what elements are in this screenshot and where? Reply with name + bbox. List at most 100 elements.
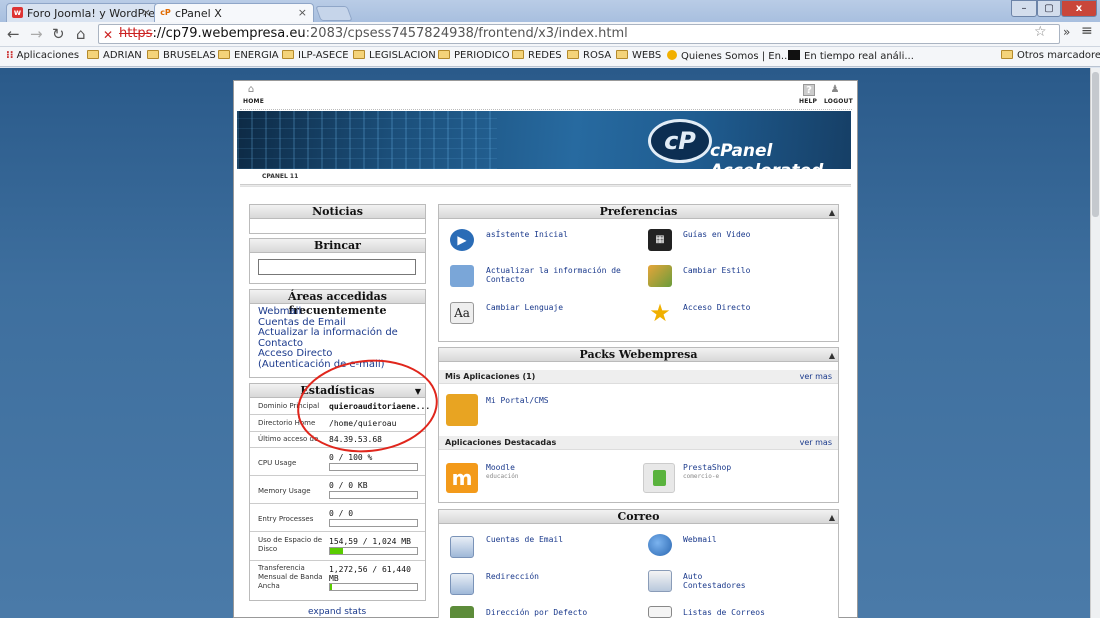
style-palette-icon[interactable] bbox=[648, 265, 672, 287]
folder-icon bbox=[616, 50, 628, 59]
webmail-globe-icon[interactable] bbox=[648, 534, 672, 556]
moodle-icon[interactable]: m bbox=[446, 463, 478, 493]
pref-change-language[interactable]: Cambiar Lenguaje bbox=[486, 303, 563, 312]
home-icon[interactable]: ⌂ bbox=[76, 25, 86, 43]
window-minimize-button[interactable]: – bbox=[1011, 0, 1037, 17]
tab-cpanel[interactable]: cP cPanel X × bbox=[154, 3, 314, 22]
tab-label: cPanel X bbox=[175, 7, 222, 20]
mailing-list-icon[interactable] bbox=[648, 606, 672, 618]
contact-card-icon[interactable] bbox=[450, 265, 474, 287]
autoresponder-icon[interactable] bbox=[648, 570, 672, 592]
address-bar[interactable]: ✕ https://cp79.webempresa.eu:2083/cpsess… bbox=[98, 24, 1060, 44]
jump-input[interactable] bbox=[258, 259, 416, 275]
pref-video-guides[interactable]: Guías en Video bbox=[683, 230, 750, 239]
star-icon[interactable]: ★ bbox=[648, 301, 672, 325]
mail-accounts[interactable]: Cuentas de Email bbox=[486, 535, 563, 544]
mail-mailing-lists[interactable]: Listas de Correos bbox=[683, 608, 765, 617]
mail-default-address[interactable]: Dirección por Defecto bbox=[486, 608, 587, 617]
site-favicon-icon bbox=[667, 50, 677, 60]
pref-change-style[interactable]: Cambiar Estilo bbox=[683, 266, 750, 275]
help-link[interactable]: HELP bbox=[799, 98, 817, 105]
bookmark-quienes-somos[interactable]: Quienes Somos | En... bbox=[667, 50, 790, 62]
jump-box: Brincar bbox=[249, 238, 426, 284]
play-circle-icon[interactable]: ▶ bbox=[450, 229, 474, 251]
home-link[interactable]: HOME bbox=[243, 98, 264, 105]
forward-arrow-icon[interactable]: → bbox=[30, 25, 43, 43]
pref-getting-started[interactable]: asÍstente Inicial bbox=[486, 230, 568, 239]
bookmark-folder[interactable]: ADRIAN bbox=[87, 50, 142, 61]
expand-stats-link[interactable]: expand stats bbox=[308, 607, 366, 617]
webempresa-portal-icon[interactable] bbox=[446, 394, 478, 426]
stat-bar-row: Entry Processes 0 / 0 bbox=[250, 504, 425, 532]
language-icon[interactable]: Aa bbox=[450, 302, 474, 324]
app-moodle[interactable]: Moodle educación bbox=[486, 463, 519, 481]
user-icon[interactable]: ♟ bbox=[829, 84, 841, 96]
pref-update-contact[interactable]: Actualizar la información de Contacto bbox=[486, 266, 626, 284]
bookmark-folder[interactable]: REDES bbox=[512, 50, 562, 61]
folder-icon bbox=[87, 50, 99, 59]
tab-close-icon[interactable]: × bbox=[142, 6, 151, 19]
chrome-menu-icon[interactable]: ≡ bbox=[1081, 23, 1093, 39]
default-address-icon[interactable] bbox=[450, 606, 474, 618]
bookmark-tiempo-real[interactable]: En tiempo real análi... bbox=[788, 50, 914, 62]
stat-bar-row: CPU Usage 0 / 100 % bbox=[250, 448, 425, 476]
window-close-button[interactable]: x bbox=[1061, 0, 1097, 17]
bookmark-folder[interactable]: ROSA bbox=[567, 50, 611, 61]
my-apps-more-link[interactable]: ver mas bbox=[800, 370, 832, 384]
cpanel-version: CPANEL 11 bbox=[262, 173, 299, 180]
reload-icon[interactable]: ↻ bbox=[52, 25, 65, 43]
featured-apps-header: Aplicaciones Destacadas ver mas bbox=[439, 436, 838, 450]
cpanel-banner: cP cPanel Accelerated2 bbox=[237, 111, 851, 169]
url-scheme: https bbox=[119, 26, 153, 41]
collapse-triangle-icon[interactable]: ▲ bbox=[829, 205, 835, 219]
bookmark-folder[interactable]: BRUSELAS bbox=[147, 50, 216, 61]
pref-shortcuts[interactable]: Acceso Directo bbox=[683, 303, 750, 312]
bookmark-folder[interactable]: ILP-ASECE bbox=[282, 50, 349, 61]
mail-webmail[interactable]: Webmail bbox=[683, 535, 717, 544]
bookmarks-bar: ⁝⁝ Aplicaciones ADRIAN BRUSELAS ENERGIA I… bbox=[0, 47, 1100, 67]
window-maximize-button[interactable]: ▢ bbox=[1037, 0, 1061, 17]
clapperboard-icon[interactable]: ▦ bbox=[648, 229, 672, 251]
bookmark-folder[interactable]: ENERGIA bbox=[218, 50, 279, 61]
back-arrow-icon[interactable]: ← bbox=[7, 25, 20, 43]
apps-grid-icon: ⁝⁝ bbox=[6, 50, 14, 61]
bookmark-other[interactable]: Otros marcadores bbox=[1001, 50, 1100, 61]
envelope-icon[interactable] bbox=[450, 536, 474, 558]
logout-link[interactable]: LOGOUT bbox=[824, 98, 853, 105]
forward-envelope-icon[interactable] bbox=[450, 573, 474, 595]
folder-icon bbox=[1001, 50, 1013, 59]
folder-icon bbox=[567, 50, 579, 59]
tab-close-icon[interactable]: × bbox=[298, 6, 307, 19]
my-apps-header: Mis Aplicaciones (1) ver mas bbox=[439, 370, 838, 384]
scrollbar-thumb[interactable] bbox=[1092, 72, 1099, 217]
app-prestashop[interactable]: PrestaShop comercio-e bbox=[683, 463, 731, 481]
frequent-link[interactable]: Actualizar la información de Contacto bbox=[258, 327, 417, 349]
site-favicon-icon bbox=[788, 50, 800, 60]
collapse-triangle-icon[interactable]: ▲ bbox=[829, 348, 835, 362]
mail-forwarders[interactable]: Redirección bbox=[486, 572, 539, 581]
tab-label: Foro Joomla! y WordPress bbox=[27, 7, 158, 20]
folder-icon bbox=[353, 50, 365, 59]
mail-autoresponders[interactable]: Auto Contestadores bbox=[683, 572, 763, 590]
bookmark-folder[interactable]: LEGISLACION bbox=[353, 50, 436, 61]
bookmark-folder[interactable]: WEBS bbox=[616, 50, 661, 61]
news-title: Noticias bbox=[250, 205, 425, 219]
frequent-link[interactable]: Acceso Directo bbox=[258, 348, 417, 360]
bookmark-folder[interactable]: PERIODICO bbox=[438, 50, 510, 61]
usage-bar bbox=[329, 583, 418, 591]
help-icon[interactable]: ? bbox=[803, 84, 815, 96]
stat-bar-row: Transferencia Mensual de Banda Ancha 1,27… bbox=[250, 561, 425, 592]
new-tab-button[interactable] bbox=[315, 6, 353, 21]
extensions-overflow-icon[interactable]: » bbox=[1063, 25, 1070, 39]
prestashop-icon[interactable] bbox=[643, 463, 675, 493]
usage-bar bbox=[329, 519, 418, 527]
app-my-portal[interactable]: Mi Portal/CMS bbox=[486, 396, 549, 405]
preferences-title: Preferencias ▲ bbox=[439, 205, 838, 219]
bookmark-star-icon[interactable]: ☆ bbox=[1034, 24, 1047, 40]
bookmark-apps[interactable]: ⁝⁝ Aplicaciones bbox=[6, 50, 79, 61]
featured-apps-more-link[interactable]: ver mas bbox=[800, 436, 832, 450]
tab-foro-joomla[interactable]: w Foro Joomla! y WordPress × bbox=[6, 3, 158, 22]
home-icon[interactable]: ⌂ bbox=[245, 84, 257, 96]
collapse-triangle-icon[interactable]: ▲ bbox=[829, 510, 835, 524]
url-path: :2083/cpsess7457824938/frontend/x3/index… bbox=[305, 26, 628, 41]
